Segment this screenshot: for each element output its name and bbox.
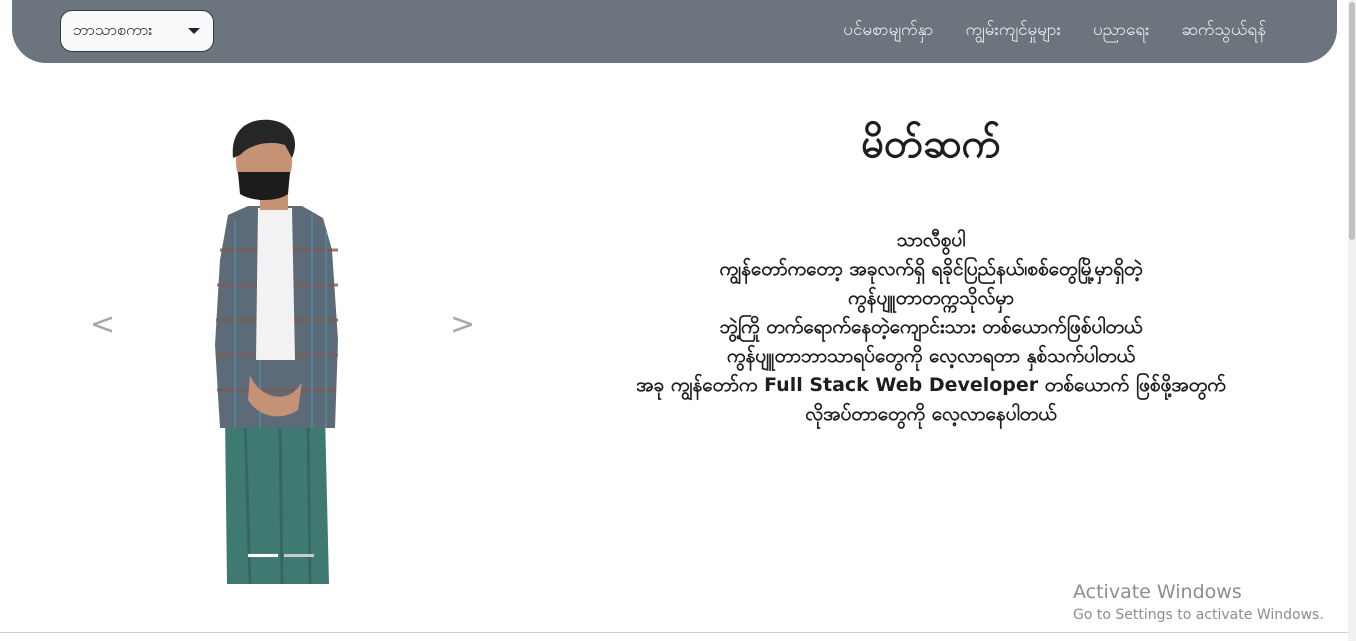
- carousel-indicators: [248, 554, 320, 557]
- carousel-next-button[interactable]: >: [450, 310, 475, 340]
- scrollbar-thumb[interactable]: [1349, 2, 1355, 240]
- page-divider: [0, 632, 1348, 633]
- intro-line: ဘွဲ့ကြို တက်ရောက်နေတဲ့ကျောင်းသား တစ်ယောက…: [719, 316, 1143, 338]
- vertical-scrollbar[interactable]: [1348, 0, 1356, 641]
- page: ဘာသာစကား ပင်မစာမျက်နှာ ကျွမ်းကျင်မှုများ…: [0, 0, 1356, 641]
- carousel-indicator-2[interactable]: [284, 554, 314, 557]
- activate-windows-watermark: Activate Windows Go to Settings to activ…: [1073, 580, 1324, 626]
- photo-carousel: < >: [80, 110, 480, 585]
- intro-line: လိုအပ်တာတွေကို လေ့လာနေပါတယ်: [805, 403, 1057, 425]
- carousel-prev-button[interactable]: <: [90, 310, 115, 340]
- intro-section: မိတ်ဆက် သာလီစွပါ ကျွန်တော်ကတော့ အခုလက်ရှ…: [600, 120, 1262, 429]
- intro-line: သာလီစွပါ: [896, 229, 966, 251]
- intro-title: မိတ်ဆက်: [861, 121, 1001, 167]
- nav-link-education[interactable]: ပညာရေး: [1093, 19, 1149, 44]
- watermark-subtitle: Go to Settings to activate Windows.: [1073, 607, 1324, 623]
- top-navbar: ဘာသာစကား ပင်မစာမျက်နှာ ကျွမ်းကျင်မှုများ…: [12, 0, 1337, 63]
- nav-link-skills[interactable]: ကျွမ်းကျင်မှုများ: [965, 19, 1061, 44]
- language-dropdown-label: ဘာသာစကား: [73, 20, 153, 39]
- intro-line: အခု ကျွန်တော်က Full Stack Web Developer …: [636, 374, 1226, 396]
- watermark-title: Activate Windows: [1073, 581, 1242, 603]
- profile-photo: [215, 119, 338, 585]
- carousel-indicator-1[interactable]: [248, 554, 278, 557]
- intro-line: ကွန်ပျူတာတက္ကသိုလ်မှာ: [848, 287, 1014, 309]
- nav-links: ပင်မစာမျက်နှာ ကျွမ်းကျင်မှုများ ပညာရေး ဆ…: [811, 0, 1266, 63]
- nav-link-home[interactable]: ပင်မစာမျက်နှာ: [843, 19, 933, 44]
- nav-link-contact[interactable]: ဆက်သွယ်ရန်: [1181, 19, 1266, 44]
- caret-down-icon: [188, 28, 200, 34]
- intro-line: ကွန်ပျူတာဘာသာရပ်တွေကို လေ့လာရတာ နှစ်သက်ပ…: [726, 345, 1136, 367]
- intro-line: ကျွန်တော်ကတော့ အခုလက်ရှိ ရခိုင်ပြည်နယ်၊စ…: [719, 258, 1143, 280]
- language-dropdown[interactable]: ဘာသာစကား: [60, 10, 214, 52]
